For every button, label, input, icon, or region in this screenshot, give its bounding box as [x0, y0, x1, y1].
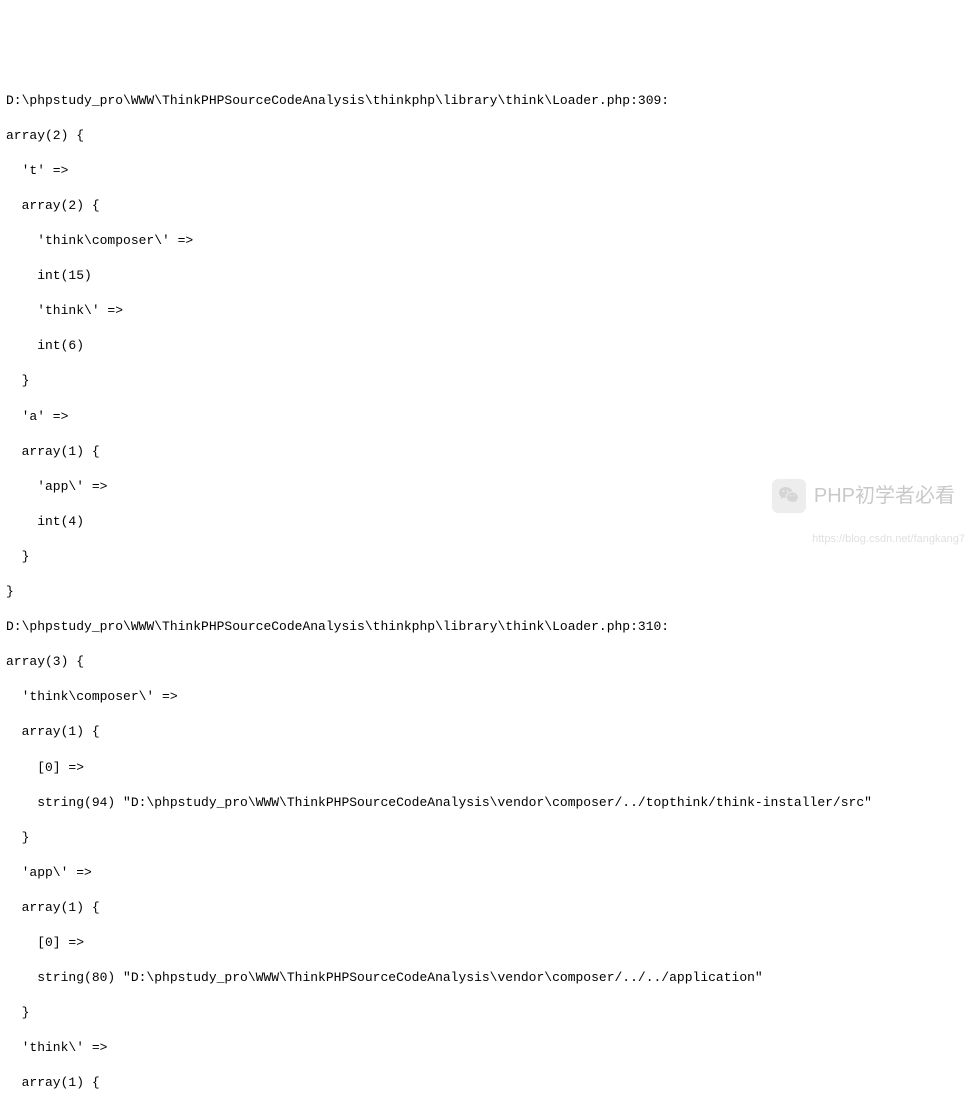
- dump-line: 'app\' =>: [6, 864, 969, 882]
- dump-line: array(1) {: [6, 723, 969, 741]
- dump-line: 'think\composer\' =>: [6, 232, 969, 250]
- watermark-badge: PHP初学者必看: [772, 479, 955, 513]
- dump-line: 'think\' =>: [6, 1039, 969, 1057]
- dump-line: array(2) {: [6, 127, 969, 145]
- wechat-icon: [772, 479, 806, 513]
- dump-line: int(15): [6, 267, 969, 285]
- dump-line: 't' =>: [6, 162, 969, 180]
- dump-line: [0] =>: [6, 934, 969, 952]
- dump-line: array(1) {: [6, 899, 969, 917]
- dump-line: D:\phpstudy_pro\WWW\ThinkPHPSourceCodeAn…: [6, 92, 969, 110]
- dump-line: array(1) {: [6, 1074, 969, 1092]
- var-dump-output: D:\phpstudy_pro\WWW\ThinkPHPSourceCodeAn…: [6, 74, 969, 1106]
- dump-line: }: [6, 1004, 969, 1022]
- dump-line: 'think\' =>: [6, 302, 969, 320]
- dump-line: }: [6, 372, 969, 390]
- watermark-text: PHP初学者必看: [814, 483, 955, 510]
- dump-line: array(1) {: [6, 443, 969, 461]
- dump-line: D:\phpstudy_pro\WWW\ThinkPHPSourceCodeAn…: [6, 618, 969, 636]
- dump-line: string(80) "D:\phpstudy_pro\WWW\ThinkPHP…: [6, 969, 969, 987]
- dump-line: 'think\composer\' =>: [6, 688, 969, 706]
- dump-line: array(2) {: [6, 197, 969, 215]
- dump-line: int(6): [6, 337, 969, 355]
- dump-line: 'a' =>: [6, 408, 969, 426]
- dump-line: }: [6, 829, 969, 847]
- dump-line: int(4): [6, 513, 969, 531]
- dump-line: }: [6, 548, 969, 566]
- dump-line: }: [6, 583, 969, 601]
- dump-line: [0] =>: [6, 759, 969, 777]
- dump-line: string(94) "D:\phpstudy_pro\WWW\ThinkPHP…: [6, 794, 969, 812]
- dump-line: array(3) {: [6, 653, 969, 671]
- watermark-url: https://blog.csdn.net/fangkang7: [812, 532, 965, 547]
